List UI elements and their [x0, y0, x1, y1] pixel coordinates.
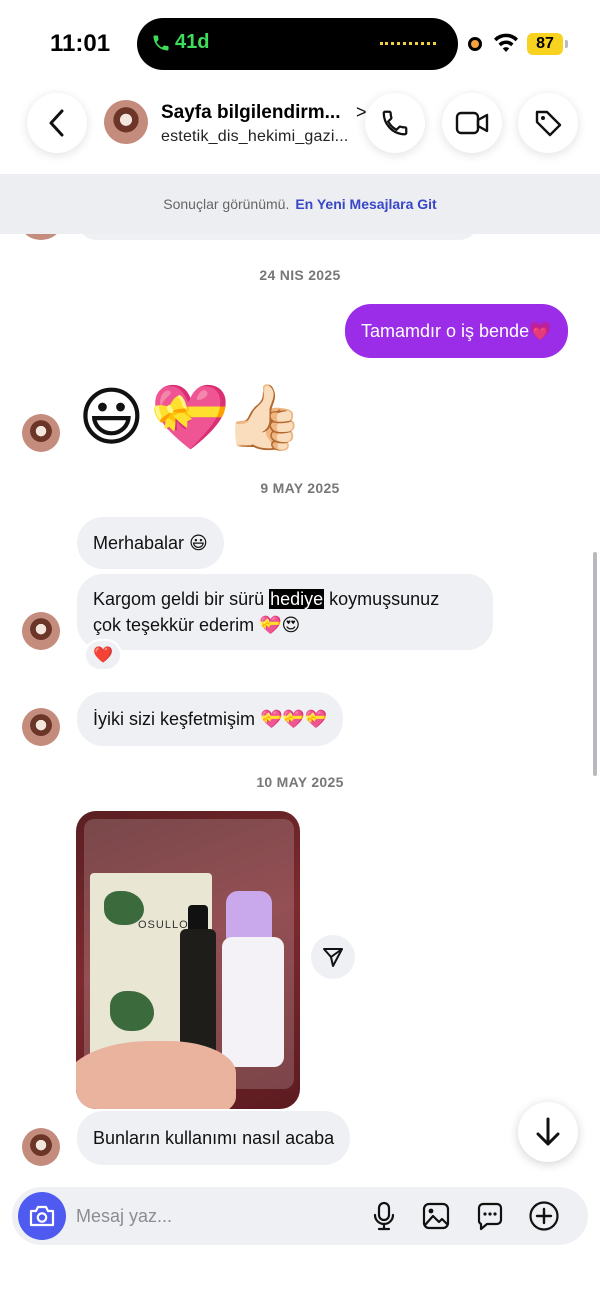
- phone-icon: [153, 35, 169, 50]
- microphone-icon: [373, 1201, 395, 1231]
- photo-foam-pump: [226, 891, 272, 941]
- gallery-icon: [422, 1202, 450, 1230]
- message-composer: [12, 1187, 588, 1245]
- more-button[interactable]: [528, 1200, 560, 1232]
- message-text: Merhabalar 😃: [93, 533, 208, 553]
- incoming-message[interactable]: Bunların kullanımı nasıl acaba: [77, 1111, 351, 1165]
- message-text: Bunların kullanımı nasıl acaba: [93, 1128, 335, 1148]
- message-text-line: çok teşekkür ederim 💝😍: [93, 615, 301, 635]
- date-separator: 9 MAY 2025: [260, 480, 340, 496]
- scrollbar[interactable]: [593, 552, 597, 776]
- date-separator: 24 NIS 2025: [259, 267, 341, 283]
- home-indicator-area: [0, 1260, 600, 1303]
- incoming-message[interactable]: İyiki sizi keşfetmişim 💝💝💝: [77, 692, 344, 746]
- microphone-button[interactable]: [368, 1200, 400, 1232]
- battery-cap: [565, 40, 568, 48]
- battery-level: 87: [527, 33, 563, 55]
- message-list[interactable]: 24 NIS 2025 Tamamdır o iş bende💗 😃 💝 👍🏻 …: [0, 234, 600, 1184]
- status-bar: 11:01 41d 87: [0, 0, 600, 90]
- camera-button[interactable]: [18, 1192, 66, 1240]
- emoji-gift-heart[interactable]: 💝: [150, 382, 230, 452]
- results-view-label: Sonuçlar görünümü.: [163, 196, 290, 212]
- emoji-thumbs-up[interactable]: 👍🏻: [224, 382, 304, 452]
- dynamic-island[interactable]: 41d: [137, 18, 458, 70]
- go-to-latest-link[interactable]: En Yeni Mesajlara Git: [295, 196, 436, 212]
- photo-hand: [76, 1041, 236, 1109]
- photo-message[interactable]: OSULLOC: [76, 811, 300, 1109]
- wifi-icon: [494, 33, 518, 52]
- share-button[interactable]: [311, 935, 355, 979]
- incoming-message[interactable]: Merhabalar 😃: [77, 517, 224, 569]
- chat-header: Sayfa bilgilendirm... > estetik_dis_heki…: [0, 90, 600, 174]
- sender-avatar[interactable]: [22, 612, 60, 650]
- sticker-chat-icon: [477, 1202, 503, 1231]
- incoming-message[interactable]: Kargom geldi bir sürü hediye koymuşsunuz…: [77, 574, 493, 650]
- back-button[interactable]: [27, 93, 87, 153]
- outgoing-message[interactable]: Tamamdır o iş bende💗: [345, 304, 568, 358]
- sender-avatar: [22, 234, 60, 240]
- audio-waveform: [380, 42, 436, 45]
- phone-icon: [382, 110, 408, 136]
- gallery-button[interactable]: [420, 1200, 452, 1232]
- plus-circle-icon: [529, 1201, 559, 1231]
- sender-avatar[interactable]: [22, 414, 60, 452]
- message-input[interactable]: [76, 1202, 356, 1230]
- send-icon: [323, 948, 343, 967]
- message-text: Tamamdır o iş bende💗: [361, 321, 552, 341]
- contact-name[interactable]: Sayfa bilgilendirm...: [161, 102, 341, 124]
- scroll-to-bottom-button[interactable]: [518, 1102, 578, 1162]
- voice-call-button[interactable]: [365, 93, 425, 153]
- search-highlight: hediye: [269, 589, 325, 609]
- search-results-banner: Sonuçlar görünümü. En Yeni Mesajlara Git: [0, 174, 600, 234]
- privacy-indicator-dot: [468, 37, 482, 51]
- sender-avatar[interactable]: [22, 1128, 60, 1166]
- sticker-button[interactable]: [474, 1200, 506, 1232]
- sender-avatar[interactable]: [22, 708, 60, 746]
- arrow-down-icon: [536, 1117, 560, 1146]
- message-text-line: Kargom geldi bir sürü hediye koymuşsunuz: [93, 589, 440, 609]
- photo-bottle: [180, 929, 216, 1057]
- tag-button[interactable]: [518, 93, 578, 153]
- date-separator: 10 MAY 2025: [256, 774, 344, 790]
- call-duration: 41d: [175, 31, 210, 53]
- heart-reaction[interactable]: ❤️: [84, 639, 122, 671]
- video-camera-icon: [455, 111, 489, 135]
- contact-avatar[interactable]: [104, 100, 148, 144]
- active-call-indicator: 41d: [151, 31, 209, 54]
- emoji-grinning[interactable]: 😃: [78, 382, 145, 452]
- previous-message-bubble: [78, 234, 478, 240]
- photo-foam-bottle: [222, 937, 284, 1067]
- tag-icon: [535, 110, 562, 137]
- contact-username[interactable]: estetik_dis_hekimi_gazi...: [161, 128, 349, 146]
- status-time: 11:01: [50, 30, 111, 57]
- photo-leaf: [110, 991, 154, 1031]
- video-call-button[interactable]: [442, 93, 502, 153]
- chevron-left-icon: [49, 109, 64, 137]
- message-text: İyiki sizi keşfetmişim 💝💝💝: [93, 709, 328, 729]
- camera-icon: [29, 1205, 55, 1227]
